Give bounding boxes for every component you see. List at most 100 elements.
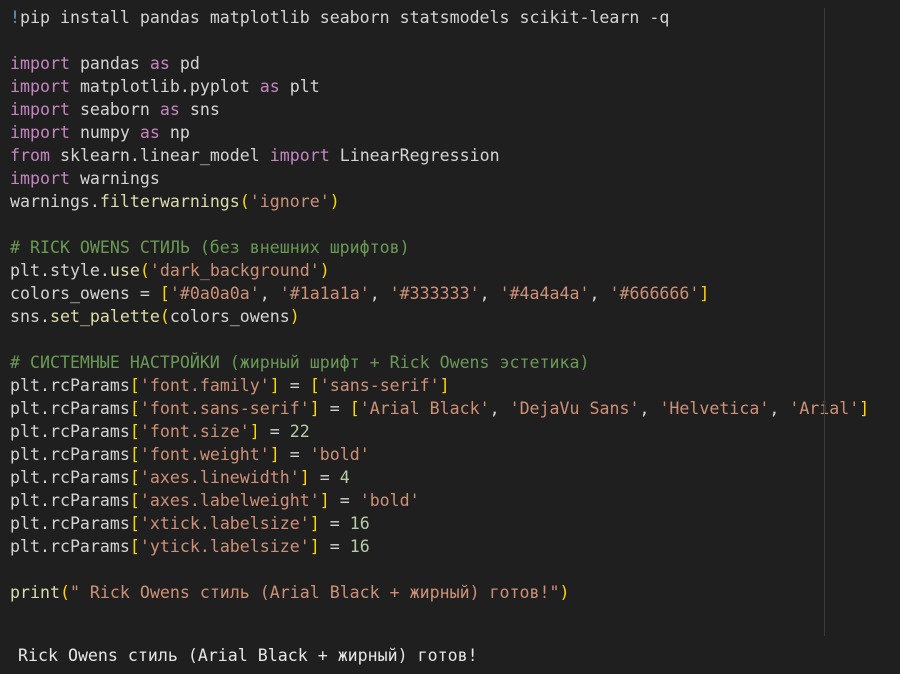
- code-line: plt.rcParams['font.size'] = 22: [10, 420, 310, 443]
- code-token: ,: [369, 284, 390, 303]
- cell-output-text: Rick Owens стиль (Arial Black + жирный) …: [18, 646, 478, 665]
- code-token: [: [129, 514, 140, 533]
- code-token: ,: [589, 284, 610, 303]
- code-token: as: [139, 123, 160, 142]
- code-token: as: [159, 100, 180, 119]
- code-token: '#0a0a0a': [169, 284, 260, 303]
- code-token: 'ignore': [249, 192, 330, 211]
- code-token: ): [559, 583, 570, 602]
- code-token: [: [129, 422, 140, 441]
- code-token: ]: [269, 445, 280, 464]
- code-line: warnings.filterwarnings('ignore'): [10, 190, 340, 213]
- code-token: set_palette: [49, 307, 160, 326]
- code-token: 'font.size': [139, 422, 250, 441]
- code-token: sklearn.linear_model: [49, 146, 270, 165]
- code-line: import seaborn as sns: [10, 98, 220, 121]
- code-token: ,: [639, 399, 660, 418]
- code-line: # СИСТЕМНЫЕ НАСТРОЙКИ (жирный шрифт + Ri…: [10, 351, 589, 374]
- code-token: plt.rcParams: [10, 376, 130, 395]
- code-token: as: [259, 77, 280, 96]
- code-token: 'DejaVu Sans': [509, 399, 640, 418]
- code-token: import: [10, 123, 70, 142]
- code-token: 'Arial Black': [359, 399, 490, 418]
- code-token: 16: [349, 514, 370, 533]
- code-token: # СИСТЕМНЫЕ НАСТРОЙКИ (жирный шрифт + Ri…: [10, 353, 590, 372]
- code-token: [: [129, 537, 140, 556]
- code-token: import: [10, 169, 70, 188]
- code-token: 'font.family': [139, 376, 270, 395]
- code-line: import matplotlib.pyplot as plt: [10, 75, 320, 98]
- code-token: =: [259, 422, 290, 441]
- code-line: plt.rcParams['axes.linewidth'] = 4: [10, 466, 350, 489]
- code-token: 'sans-serif': [319, 376, 440, 395]
- code-token: ,: [489, 399, 510, 418]
- code-token: from: [10, 146, 50, 165]
- code-token: seaborn: [69, 100, 160, 119]
- code-token: pandas: [69, 54, 150, 73]
- code-token: (: [59, 583, 70, 602]
- code-token: pd: [169, 54, 200, 73]
- cell-output-area: Rick Owens стиль (Arial Black + жирный) …: [0, 636, 900, 674]
- code-token: '#4a4a4a': [499, 284, 590, 303]
- code-token: import: [10, 54, 70, 73]
- code-token: import: [10, 100, 70, 119]
- code-token: ): [329, 192, 340, 211]
- code-token: [: [159, 284, 170, 303]
- code-line: plt.rcParams['font.weight'] = 'bold': [10, 443, 370, 466]
- code-token: '#1a1a1a': [279, 284, 370, 303]
- code-token: ]: [269, 376, 280, 395]
- code-line: plt.rcParams['font.family'] = ['sans-ser…: [10, 374, 450, 397]
- code-token: 'axes.labelweight': [139, 491, 320, 510]
- code-line: colors_owens = ['#0a0a0a', '#1a1a1a', '#…: [10, 282, 709, 305]
- code-token: ]: [309, 537, 320, 556]
- notebook-window: !pip install pandas matplotlib seaborn s…: [0, 0, 900, 674]
- code-line: from sklearn.linear_model import LinearR…: [10, 144, 500, 167]
- code-line: plt.rcParams['xtick.labelsize'] = 16: [10, 512, 370, 535]
- code-token: pip install pandas matplotlib seaborn st…: [20, 8, 670, 27]
- code-line: # RICK OWENS СТИЛЬ (без внешних шрифтов): [10, 236, 410, 259]
- code-line: !pip install pandas matplotlib seaborn s…: [10, 6, 669, 29]
- code-token: 'bold': [309, 445, 370, 464]
- code-token: warnings.: [10, 192, 100, 211]
- code-token: !: [10, 8, 20, 27]
- code-token: [: [129, 376, 140, 395]
- code-token: ,: [259, 284, 280, 303]
- code-token: =: [329, 491, 360, 510]
- code-token: plt.rcParams: [10, 445, 130, 464]
- code-line: import numpy as np: [10, 121, 190, 144]
- code-token: import: [10, 77, 70, 96]
- code-token: numpy: [69, 123, 140, 142]
- code-line: plt.rcParams['font.sans-serif'] = ['Aria…: [10, 397, 869, 420]
- code-token: # RICK OWENS СТИЛЬ (без внешних шрифтов): [10, 238, 410, 257]
- code-token: ]: [859, 399, 870, 418]
- code-token: =: [319, 399, 350, 418]
- code-token: colors_owens: [169, 307, 290, 326]
- code-token: [: [309, 376, 320, 395]
- code-token: plt.rcParams: [10, 491, 130, 510]
- code-token: ]: [309, 514, 320, 533]
- code-token: 'font.sans-serif': [139, 399, 310, 418]
- code-token: 'ytick.labelsize': [139, 537, 310, 556]
- code-token: =: [309, 468, 340, 487]
- code-token: [: [129, 445, 140, 464]
- code-token: ]: [299, 468, 310, 487]
- code-token: 22: [289, 422, 310, 441]
- code-token: sns: [179, 100, 220, 119]
- code-cell-editor[interactable]: !pip install pandas matplotlib seaborn s…: [0, 0, 900, 636]
- code-token: plt.rcParams: [10, 468, 130, 487]
- code-token: 'axes.linewidth': [139, 468, 300, 487]
- code-token: as: [149, 54, 170, 73]
- code-token: 4: [339, 468, 350, 487]
- code-token: ): [289, 307, 300, 326]
- code-line: print(" Rick Owens стиль (Arial Black + …: [10, 581, 569, 604]
- code-token: LinearRegression: [329, 146, 500, 165]
- code-token: =: [279, 445, 310, 464]
- code-token: ,: [769, 399, 790, 418]
- code-token: import: [269, 146, 330, 165]
- code-token: =: [319, 537, 350, 556]
- code-token: 'dark_background': [149, 261, 320, 280]
- code-token: (: [239, 192, 250, 211]
- code-token: (: [139, 261, 150, 280]
- code-token: sns.: [10, 307, 50, 326]
- code-token: [: [129, 468, 140, 487]
